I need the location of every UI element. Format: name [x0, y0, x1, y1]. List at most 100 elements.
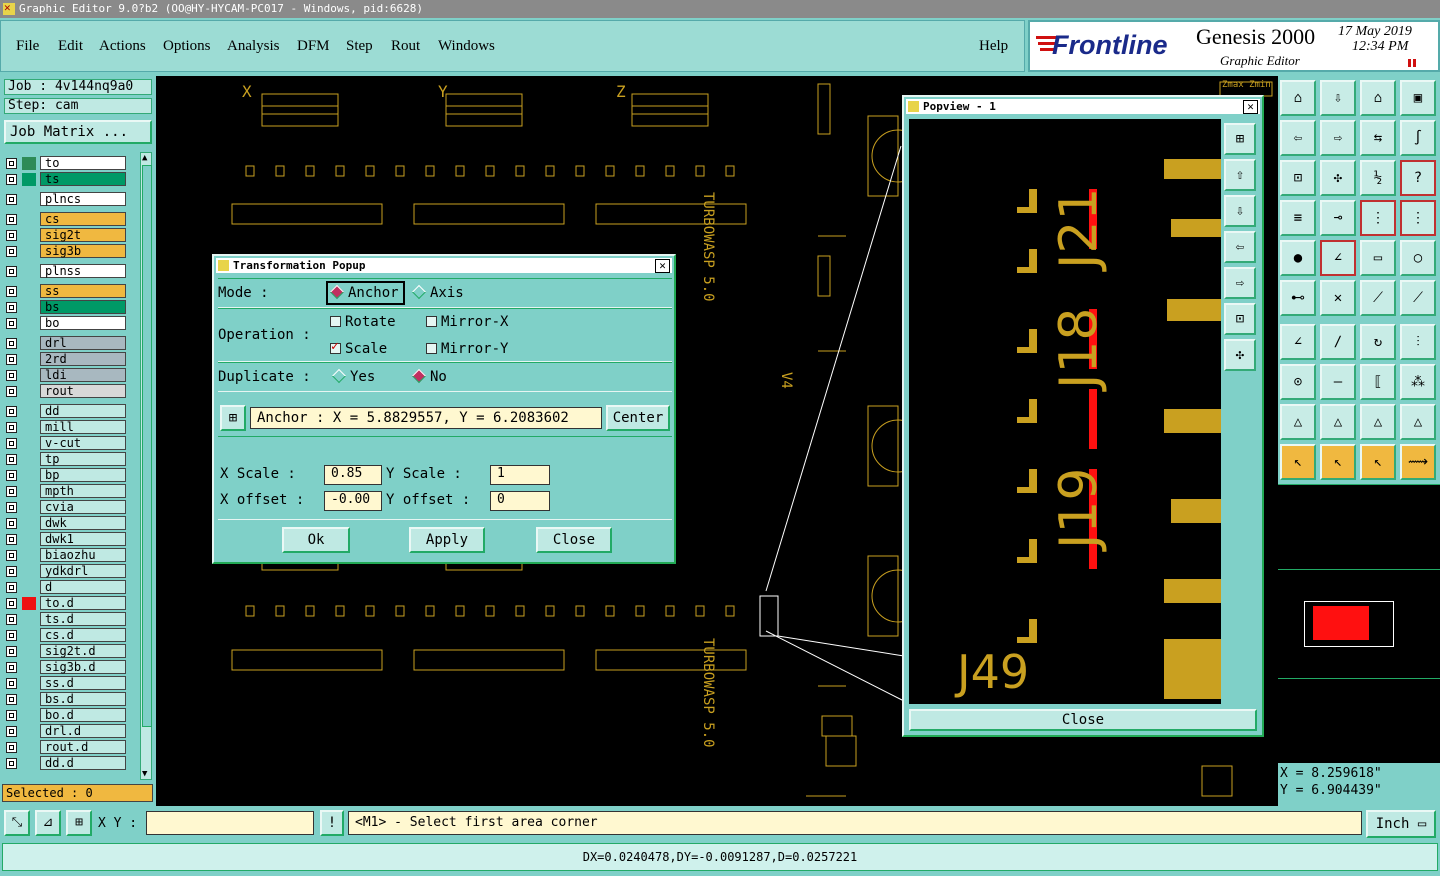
duplicate-yes-radio[interactable]: Yes	[331, 368, 375, 385]
path-icon[interactable]: ⟿	[1400, 444, 1436, 480]
layer-checkbox[interactable]	[6, 566, 17, 577]
layer-checkbox[interactable]	[6, 302, 17, 313]
layer-checkbox[interactable]	[6, 174, 17, 185]
home-icon[interactable]: ⌂	[1280, 80, 1316, 116]
menu-edit[interactable]: Edit	[58, 38, 83, 55]
menu-help[interactable]: Help	[979, 38, 1008, 55]
circle-icon[interactable]: ○	[1400, 240, 1436, 276]
layer-row-ydkdrl[interactable]: ydkdrl	[4, 564, 126, 579]
rotate-icon[interactable]: ↻	[1360, 324, 1396, 360]
close-button[interactable]: Close	[536, 527, 612, 553]
layer-checkbox[interactable]	[6, 338, 17, 349]
layer-row-to[interactable]: to	[4, 156, 126, 171]
layer-row-ts[interactable]: ts	[4, 172, 126, 187]
triangle4-icon[interactable]: △	[1400, 404, 1436, 440]
menu-file[interactable]: File	[16, 38, 39, 55]
popview-zoom-in-icon[interactable]: ⊞	[1224, 123, 1256, 155]
layer-row-2rd[interactable]: 2rd	[4, 352, 126, 367]
apply-button[interactable]: Apply	[409, 527, 485, 553]
ruler-icon[interactable]: ▭	[1360, 240, 1396, 276]
mirror-icon[interactable]: ⇆	[1360, 120, 1396, 156]
layer-row-plncs[interactable]: plncs	[4, 192, 126, 207]
ratio-icon[interactable]: ½	[1360, 160, 1396, 196]
pick-anchor-icon[interactable]: ⊞	[220, 405, 246, 431]
rotate-checkbox[interactable]: Rotate	[330, 314, 396, 330]
popview-pan-left-icon[interactable]: ⇦	[1224, 231, 1256, 263]
triangle2-icon[interactable]: △	[1320, 404, 1356, 440]
layer-row-dwk1[interactable]: dwk1	[4, 532, 126, 547]
house-icon[interactable]: ⌂	[1360, 80, 1396, 116]
layer-checkbox[interactable]	[6, 158, 17, 169]
pad-icon[interactable]: ●	[1280, 240, 1316, 276]
bracket-icon[interactable]: ⟦	[1360, 364, 1396, 400]
layer-row-to-d[interactable]: to.d	[4, 596, 126, 611]
warning-icon[interactable]: !	[320, 810, 344, 836]
layer-row-plnss[interactable]: plnss	[4, 264, 126, 279]
menu-rout[interactable]: Rout	[391, 38, 420, 55]
layer-row-cvia[interactable]: cvia	[4, 500, 126, 515]
popview-pan-right-icon[interactable]: ⇨	[1224, 267, 1256, 299]
mirror-x-checkbox[interactable]: Mirror-X	[426, 314, 508, 330]
popview-fit-icon[interactable]: ⊡	[1224, 303, 1256, 335]
arrow-left-icon[interactable]: ⇦	[1280, 120, 1316, 156]
overview-map[interactable]	[1278, 484, 1440, 763]
layer-checkbox[interactable]	[6, 422, 17, 433]
layer-row-sig2t-d[interactable]: sig2t.d	[4, 644, 126, 659]
layer-checkbox[interactable]	[6, 370, 17, 381]
triangle3-icon[interactable]: △	[1360, 404, 1396, 440]
triangle-icon[interactable]: △	[1280, 404, 1316, 440]
point-icon[interactable]: ⊙	[1280, 364, 1316, 400]
layer-checkbox[interactable]	[6, 742, 17, 753]
layer-row-d[interactable]: d	[4, 580, 126, 595]
layer-row-dwk[interactable]: dwk	[4, 516, 126, 531]
layer-row-sig3b-d[interactable]: sig3b.d	[4, 660, 126, 675]
scroll-up-icon[interactable]: ▲	[142, 153, 150, 163]
angle-icon[interactable]: ∠	[1320, 240, 1356, 276]
layer-row-dd[interactable]: dd	[4, 404, 126, 419]
layer-row-sig2t[interactable]: sig2t	[4, 228, 126, 243]
layer-row-bp[interactable]: bp	[4, 468, 126, 483]
layer-checkbox[interactable]	[6, 318, 17, 329]
menu-analysis[interactable]: Analysis	[227, 38, 280, 55]
layer-checkbox[interactable]	[6, 518, 17, 529]
layer-row-ss[interactable]: ss	[4, 284, 126, 299]
layer-checkbox[interactable]	[6, 354, 17, 365]
layer-row-dd-d[interactable]: dd.d	[4, 756, 126, 771]
mode-anchor-radio[interactable]: Anchor	[326, 281, 405, 305]
transform-close-icon[interactable]: ✕	[655, 259, 670, 273]
pause-icon[interactable]	[1408, 59, 1411, 67]
layer-checkbox[interactable]	[6, 230, 17, 241]
x-offset-input[interactable]: -0.00	[324, 491, 382, 511]
layer-checkbox[interactable]	[6, 214, 17, 225]
scroll-thumb[interactable]	[142, 165, 152, 727]
popview-pan-down-icon[interactable]: ⇩	[1224, 195, 1256, 227]
arrow-right-icon[interactable]: ⇨	[1320, 120, 1356, 156]
line-node2-icon[interactable]: ⟋	[1400, 280, 1436, 316]
mode-axis-radio[interactable]: Axis	[411, 284, 464, 301]
layer-checkbox[interactable]	[6, 194, 17, 205]
layer-tool-icon[interactable]: ⋮	[1360, 200, 1396, 236]
dash-icon[interactable]: —	[1320, 364, 1356, 400]
layer-checkbox[interactable]	[6, 406, 17, 417]
popview-center-icon[interactable]: ✣	[1224, 339, 1256, 371]
layer-row-ts-d[interactable]: ts.d	[4, 612, 126, 627]
pointer-sel2-icon[interactable]: ↖	[1360, 444, 1396, 480]
cluster-icon[interactable]: ⁂	[1400, 364, 1436, 400]
layer-checkbox[interactable]	[6, 598, 17, 609]
popview-pan-up-icon[interactable]: ⇧	[1224, 159, 1256, 191]
layer-checkbox[interactable]	[6, 710, 17, 721]
job-matrix-button[interactable]: Job Matrix ...	[4, 120, 152, 144]
ok-button[interactable]: Ok	[282, 527, 350, 553]
probe-icon[interactable]: ⊸	[1320, 200, 1356, 236]
mirror-y-checkbox[interactable]: Mirror-Y	[426, 341, 508, 357]
layer-checkbox[interactable]	[6, 486, 17, 497]
pointer-icon[interactable]: ↖	[1280, 444, 1316, 480]
feature-tool-icon[interactable]: ⋮	[1400, 200, 1436, 236]
layer-row-mpth[interactable]: mpth	[4, 484, 126, 499]
layer-checkbox[interactable]	[6, 726, 17, 737]
layer-row-tp[interactable]: tp	[4, 452, 126, 467]
x-scale-input[interactable]: 0.85	[324, 465, 382, 485]
layer-checkbox[interactable]	[6, 246, 17, 257]
layer-row-ldi[interactable]: ldi	[4, 368, 126, 383]
layout-icon[interactable]: ▣	[1400, 80, 1436, 116]
